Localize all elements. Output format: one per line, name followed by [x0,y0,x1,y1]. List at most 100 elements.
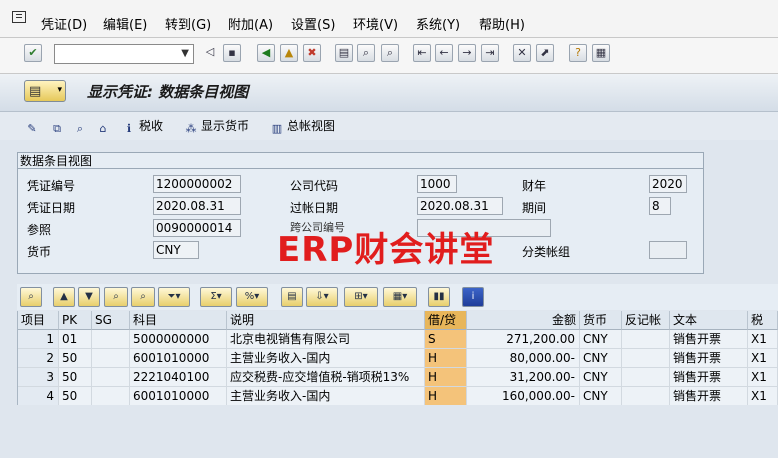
back-arrow-icon[interactable]: ◀ [257,44,275,62]
table-cell[interactable]: CNY [580,330,622,349]
export-icon[interactable]: ⇩▾ [306,287,338,307]
change-button[interactable]: ⧉ [50,117,67,135]
table-cell[interactable]: 1 [18,330,59,349]
table-cell[interactable] [622,349,670,368]
menu-environment[interactable]: 环境(V) [353,14,398,33]
table-cell[interactable]: 2221040100 [130,368,227,387]
column-header[interactable]: 金额 [467,311,580,330]
table-cell[interactable]: 5000000000 [130,330,227,349]
grid-layout-icon[interactable]: ▦▾ [383,287,417,307]
ledger-group-field[interactable] [649,241,687,259]
hat-button[interactable]: ⌂ [96,117,113,135]
table-cell[interactable]: X1 [748,330,778,349]
table-cell[interactable] [622,387,670,406]
column-header[interactable]: 反记帐 [622,311,670,330]
tax-button[interactable]: ℹ 税收 [122,117,163,135]
table-cell[interactable] [622,368,670,387]
layout-change-icon[interactable]: ⊞▾ [344,287,378,307]
table-cell[interactable]: 销售开票 [670,368,748,387]
table-cell[interactable]: 31,200.00- [467,368,580,387]
table-cell[interactable]: 80,000.00- [467,349,580,368]
menu-help[interactable]: 帮助(H) [479,14,525,33]
column-header[interactable]: 税 [748,311,778,330]
menu-document[interactable]: 凭证(D) [41,14,87,33]
save-icon[interactable]: ▪ [223,44,241,62]
table-cell[interactable]: H [425,349,467,368]
sum-icon[interactable]: Σ▾ [200,287,232,307]
table-cell[interactable]: 北京电视销售有限公司 [227,330,425,349]
table-cell[interactable]: 主营业务收入-国内 [227,387,425,406]
table-cell[interactable]: X1 [748,387,778,406]
display-button[interactable]: ⌕ [73,117,90,135]
table-cell[interactable]: 6001010000 [130,349,227,368]
first-page-icon[interactable]: ⇤ [413,44,431,62]
prev-page-icon[interactable]: ← [435,44,453,62]
table-cell[interactable]: X1 [748,349,778,368]
column-header[interactable]: PK [59,311,92,330]
table-cell[interactable]: 应交税费-应交增值税-销项税13% [227,368,425,387]
chevron-down-icon[interactable]: ▼ [181,48,189,59]
period-field[interactable]: 8 [649,197,671,215]
find-next-icon[interactable]: ⌕ [381,44,399,62]
edit-button[interactable]: ✎ [25,117,42,135]
column-header[interactable]: 文本 [670,311,748,330]
display-currency-button[interactable]: ⁂ 显示货币 [184,117,250,135]
menu-extras[interactable]: 附加(A) [228,14,273,33]
column-header[interactable]: 借/贷 [425,311,467,330]
sort-ascending-icon[interactable]: ▲ [53,287,75,307]
table-cell[interactable] [92,387,130,406]
graphic-icon[interactable]: ▮▮ [428,287,450,307]
table-cell[interactable] [92,368,130,387]
layout-icon[interactable]: ▦ [592,44,610,62]
table-cell[interactable]: CNY [580,368,622,387]
new-session-icon[interactable]: ✕ [513,44,531,62]
info-icon[interactable]: i [462,287,484,307]
column-header[interactable]: 说明 [227,311,425,330]
doc-number-field[interactable]: 1200000002 [153,175,241,193]
table-cell[interactable]: 160,000.00- [467,387,580,406]
find-icon[interactable]: ⌕ [357,44,375,62]
reference-field[interactable]: 0090000014 [153,219,241,237]
print-preview-icon[interactable]: ▤ [281,287,303,307]
table-cell[interactable]: 销售开票 [670,349,748,368]
menu-goto[interactable]: 转到(G) [165,14,211,33]
table-cell[interactable]: 50 [59,349,92,368]
table-cell[interactable]: 销售开票 [670,330,748,349]
menu-edit[interactable]: 编辑(E) [103,14,147,33]
details-icon[interactable]: ⌕ [20,287,42,307]
column-header[interactable]: 货币 [580,311,622,330]
menu-settings[interactable]: 设置(S) [291,14,335,33]
table-cell[interactable]: CNY [580,349,622,368]
table-cell[interactable] [92,349,130,368]
command-field[interactable]: ▼ [54,44,194,64]
cancel-icon[interactable]: ✖ [303,44,321,62]
fiscal-year-field[interactable]: 2020 [649,175,687,193]
find-icon[interactable]: ⌕ [104,287,128,307]
column-header[interactable]: SG [92,311,130,330]
posting-date-field[interactable]: 2020.08.31 [417,197,503,215]
table-cell[interactable] [622,330,670,349]
table-cell[interactable]: X1 [748,368,778,387]
table-cell[interactable]: 50 [59,387,92,406]
table-cell[interactable]: 2 [18,349,59,368]
column-header[interactable]: 项目 [18,311,59,330]
table-cell[interactable]: 50 [59,368,92,387]
shortcut-icon[interactable]: ⬈ [536,44,554,62]
back-icon[interactable]: ◁ [201,44,219,62]
table-cell[interactable] [92,330,130,349]
help-icon[interactable]: ? [569,44,587,62]
company-code-field[interactable]: 1000 [417,175,457,193]
column-header[interactable]: 科目 [130,311,227,330]
table-cell[interactable]: 4 [18,387,59,406]
general-ledger-view-button[interactable]: ▥ 总帐视图 [270,117,335,135]
table-cell[interactable]: S [425,330,467,349]
table-cell[interactable]: 主营业务收入-国内 [227,349,425,368]
subtotal-icon[interactable]: %▾ [236,287,268,307]
table-cell[interactable]: 销售开票 [670,387,748,406]
table-cell[interactable]: CNY [580,387,622,406]
sort-descending-icon[interactable]: ▼ [78,287,100,307]
table-cell[interactable]: H [425,368,467,387]
print-icon[interactable]: ▤ [335,44,353,62]
doc-date-field[interactable]: 2020.08.31 [153,197,241,215]
menu-system[interactable]: 系统(Y) [416,14,460,33]
